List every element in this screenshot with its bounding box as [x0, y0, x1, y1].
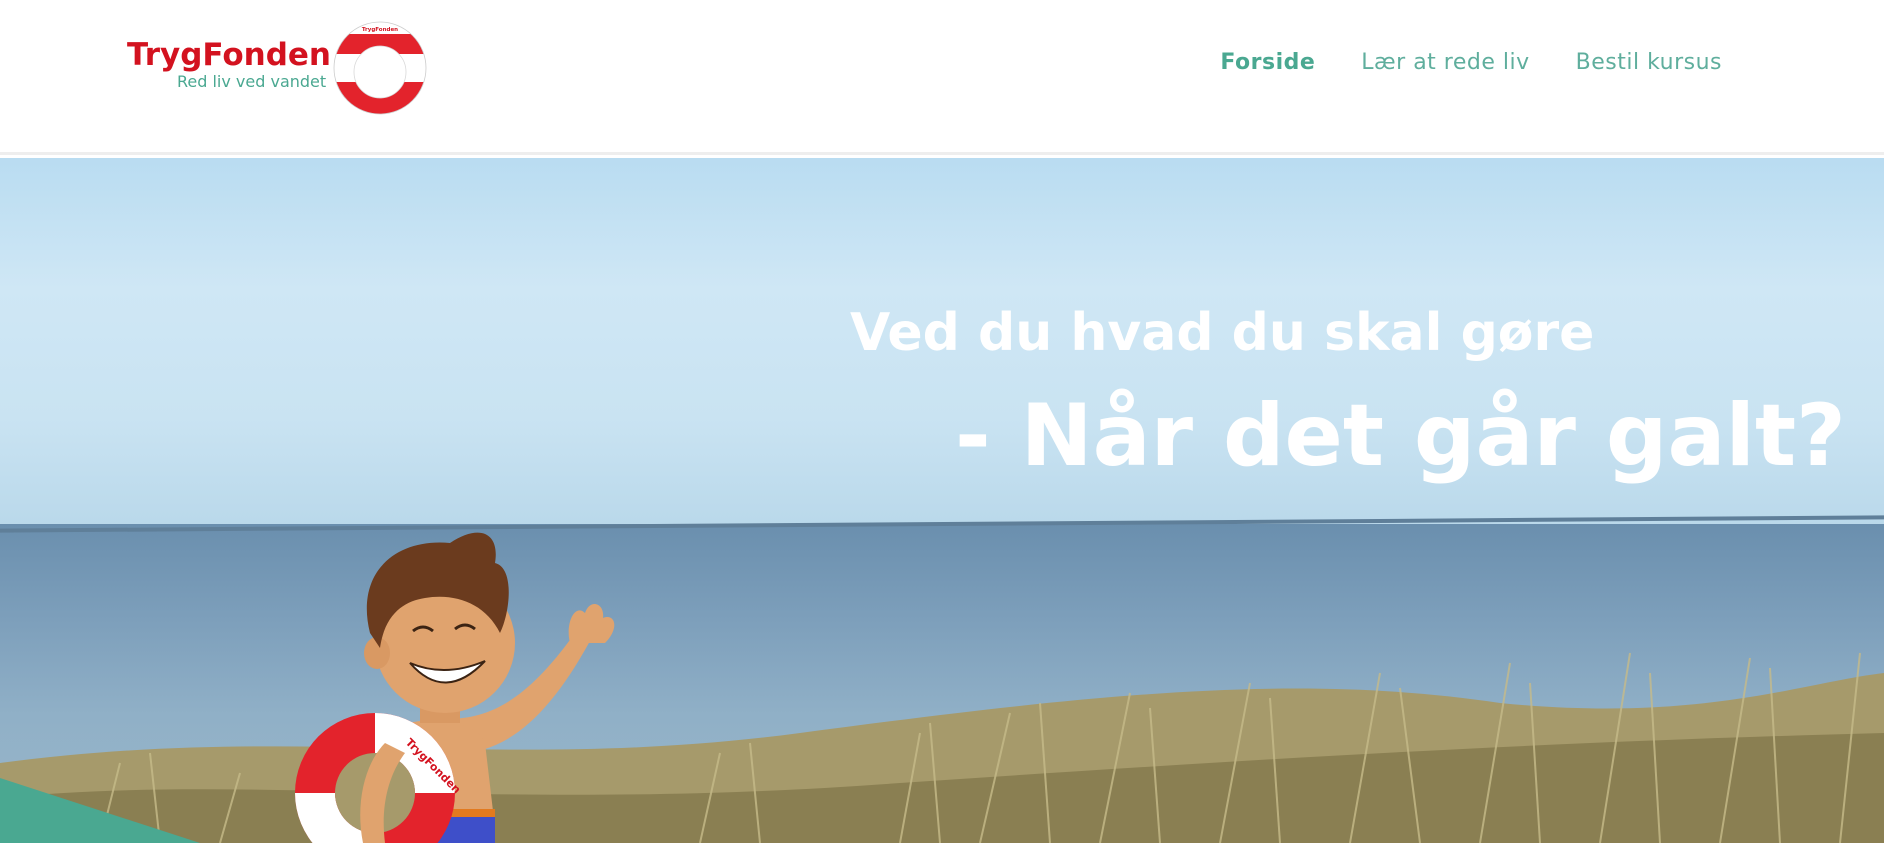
logo-ring-text: TrygFonden	[362, 27, 398, 33]
logo-tagline: Red liv ved vandet	[177, 72, 327, 91]
teal-corner-shape	[0, 778, 200, 843]
nav-item-bestil-kursus[interactable]: Bestil kursus	[1576, 50, 1722, 75]
nav-item-forside[interactable]: Forside	[1220, 50, 1315, 75]
lifebuoy-logo-icon: TrygFonden	[333, 21, 427, 115]
hero-heading-emphasis: - Når det går galt?	[955, 386, 1846, 486]
main-nav: Forside Lær at rede liv Bestil kursus	[1220, 50, 1722, 75]
mascot-illustration: TrygFonden	[295, 532, 615, 843]
trygfonden-logo[interactable]: TrygFonden Red liv ved vandet TrygFonden	[127, 20, 437, 120]
site-header: TrygFonden Red liv ved vandet TrygFonden…	[0, 0, 1884, 155]
hero-dune-grass	[0, 652, 1884, 843]
hero-heading-question: Ved du hvad du skal gøre	[850, 303, 1595, 363]
nav-item-laer-at-rede-liv[interactable]: Lær at rede liv	[1361, 50, 1529, 75]
hero-banner: Ved du hvad du skal gøre - Når det går g…	[0, 158, 1884, 843]
logo-brand-text: TrygFonden	[127, 37, 331, 73]
